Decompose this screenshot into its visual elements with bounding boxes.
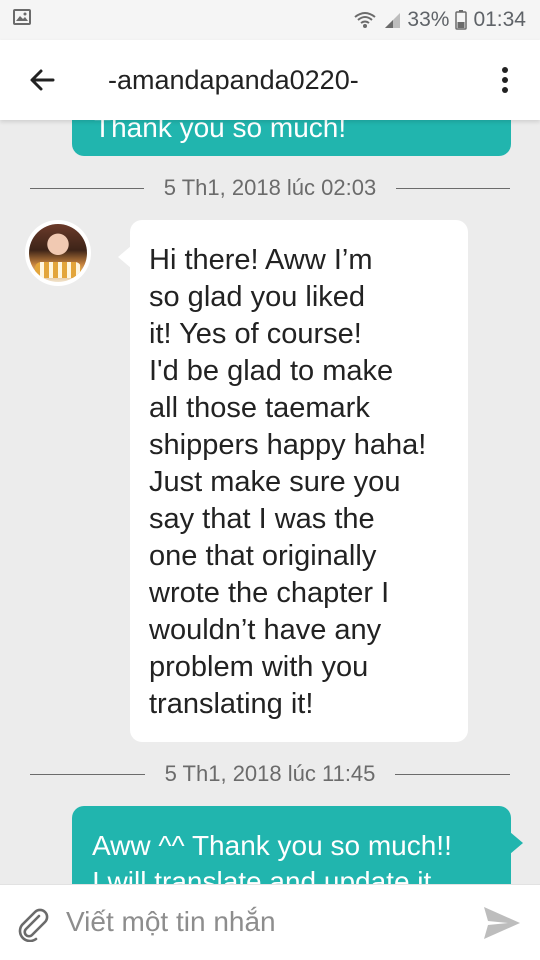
outgoing-message-bubble: Thank you so much! <box>72 120 511 156</box>
message-line: Hi there! Aww I’m <box>149 244 373 276</box>
back-button[interactable] <box>22 60 62 100</box>
more-options-button[interactable] <box>490 60 520 100</box>
separator-line <box>30 773 145 775</box>
arrow-left-icon <box>30 69 55 91</box>
message-list[interactable]: Thank you so much! 5 Th1, 2018 lúc 02:03… <box>0 120 540 884</box>
date-separator-text: 5 Th1, 2018 lúc 02:03 <box>163 175 377 200</box>
message-line: problem with you <box>149 651 369 683</box>
message-line: shippers happy haha! <box>149 429 427 461</box>
date-separator: 5 Th1, 2018 lúc 02:03 <box>30 173 510 203</box>
message-line: so glad you liked <box>149 281 366 313</box>
message-line: one that originally <box>149 540 377 572</box>
clock: 01:34 <box>473 8 526 31</box>
battery-icon <box>455 10 468 30</box>
date-separator-text: 5 Th1, 2018 lúc 11:45 <box>164 761 376 786</box>
battery-percent: 33% <box>407 8 450 31</box>
avatar-image <box>29 224 87 282</box>
message-line: wouldn’t have any <box>149 614 382 646</box>
send-button[interactable] <box>480 901 524 945</box>
message-line: I'd be glad to make <box>149 355 394 387</box>
message-input[interactable] <box>66 897 456 947</box>
send-icon <box>484 907 520 939</box>
message-line: Just make sure you <box>149 466 401 498</box>
avatar[interactable] <box>25 220 91 286</box>
message-line: all those taemark <box>149 392 370 424</box>
message-line: it! Yes of course! <box>149 318 362 350</box>
message-line: wrote the chapter I <box>149 577 390 609</box>
outgoing-message-text: Thank you so much! <box>94 120 347 143</box>
message-line: translating it! <box>149 688 314 720</box>
message-line: say that I was the <box>149 503 375 535</box>
status-right: 33% 01:34 <box>353 8 526 32</box>
signal-icon <box>383 11 401 29</box>
status-left <box>12 8 32 32</box>
conversation-header: -amandapanda0220- <box>0 40 540 120</box>
conversation-title: -amandapanda0220- <box>108 65 359 95</box>
message-composer <box>0 884 540 960</box>
more-vertical-icon <box>502 67 508 93</box>
paperclip-icon <box>18 908 49 942</box>
attach-button[interactable] <box>12 903 54 945</box>
separator-line <box>30 187 144 189</box>
date-separator: 5 Th1, 2018 lúc 11:45 <box>30 759 511 789</box>
incoming-message-bubble: Hi there! Aww I’m so glad you liked it! … <box>118 220 468 742</box>
separator-line <box>395 773 511 775</box>
message-line: Aww ^^ Thank you so much!! <box>92 830 452 861</box>
wifi-icon <box>353 10 377 30</box>
message-line: I will translate and update it <box>92 866 432 884</box>
outgoing-message-bubble: Aww ^^ Thank you so much!! I will transl… <box>72 806 523 884</box>
separator-line <box>396 187 510 189</box>
image-notification-icon <box>12 8 32 32</box>
status-bar: 33% 01:34 <box>0 0 540 40</box>
